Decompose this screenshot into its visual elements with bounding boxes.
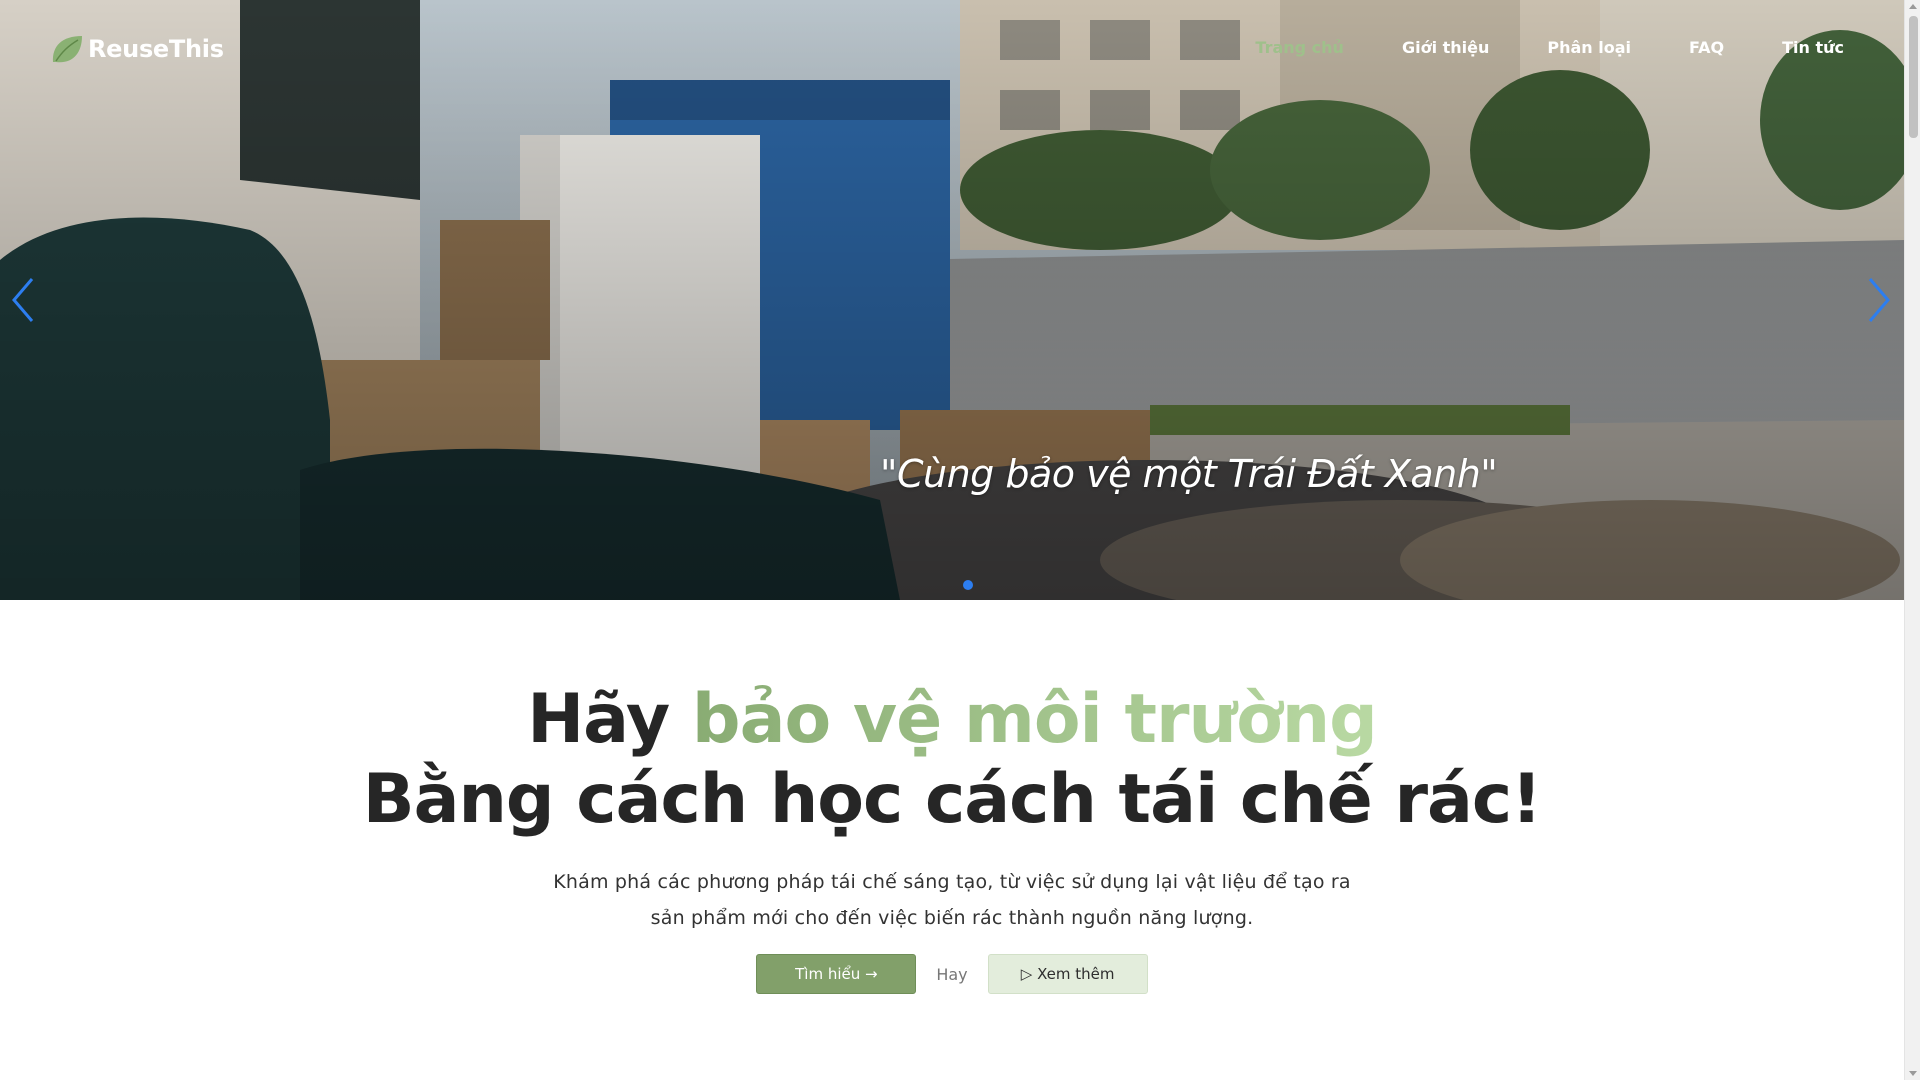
- scrollbar-thumb[interactable]: [1909, 16, 1918, 138]
- hero-caption: "Cùng bảo vệ một Trái Đất Xanh": [880, 452, 1498, 496]
- hero-carousel: ReuseThis Trang chủ Giới thiệu Phân loại…: [0, 0, 1904, 600]
- nav-item-trang-chu[interactable]: Trang chủ: [1255, 38, 1344, 57]
- headline-line1: Hãy bảo vệ môi trường: [0, 680, 1904, 760]
- nav-item-phan-loai[interactable]: Phân loại: [1547, 38, 1631, 57]
- nav-item-gioi-thieu[interactable]: Giới thiệu: [1402, 38, 1489, 57]
- carousel-indicator-dot[interactable]: [963, 580, 973, 590]
- or-separator: Hay: [936, 964, 968, 984]
- nav-menu: Trang chủ Giới thiệu Phân loại FAQ Tin t…: [1197, 38, 1844, 57]
- top-navbar: ReuseThis Trang chủ Giới thiệu Phân loại…: [0, 0, 1904, 100]
- nav-item-tin-tuc[interactable]: Tin tức: [1782, 38, 1844, 57]
- brand-logo[interactable]: ReuseThis: [50, 32, 224, 66]
- chevron-right-icon[interactable]: [1864, 275, 1894, 325]
- chevron-left-icon[interactable]: [8, 275, 38, 325]
- page-scrollbar[interactable]: [1904, 0, 1920, 1080]
- headline-prefix: Hãy: [527, 680, 692, 759]
- intro-section: Hãy bảo vệ môi trường Bằng cách học cách…: [0, 600, 1904, 994]
- intro-description: Khám phá các phương pháp tái chế sáng tạ…: [553, 871, 1351, 929]
- scroll-up-icon[interactable]: [1909, 4, 1917, 9]
- scroll-down-icon[interactable]: [1909, 1071, 1917, 1076]
- headline-line2: Bằng cách học cách tái chế rác!: [362, 760, 1542, 839]
- nav-item-faq[interactable]: FAQ: [1689, 38, 1724, 57]
- leaf-icon: [52, 36, 82, 63]
- learn-more-button[interactable]: Tìm hiểu →: [756, 954, 917, 994]
- cta-group: Tìm hiểu → Hay ▷ Xem thêm: [0, 954, 1904, 994]
- brand-name: ReuseThis: [88, 35, 224, 63]
- see-more-button[interactable]: ▷ Xem thêm: [987, 954, 1148, 994]
- headline-accent: bảo vệ môi trường: [691, 680, 1378, 759]
